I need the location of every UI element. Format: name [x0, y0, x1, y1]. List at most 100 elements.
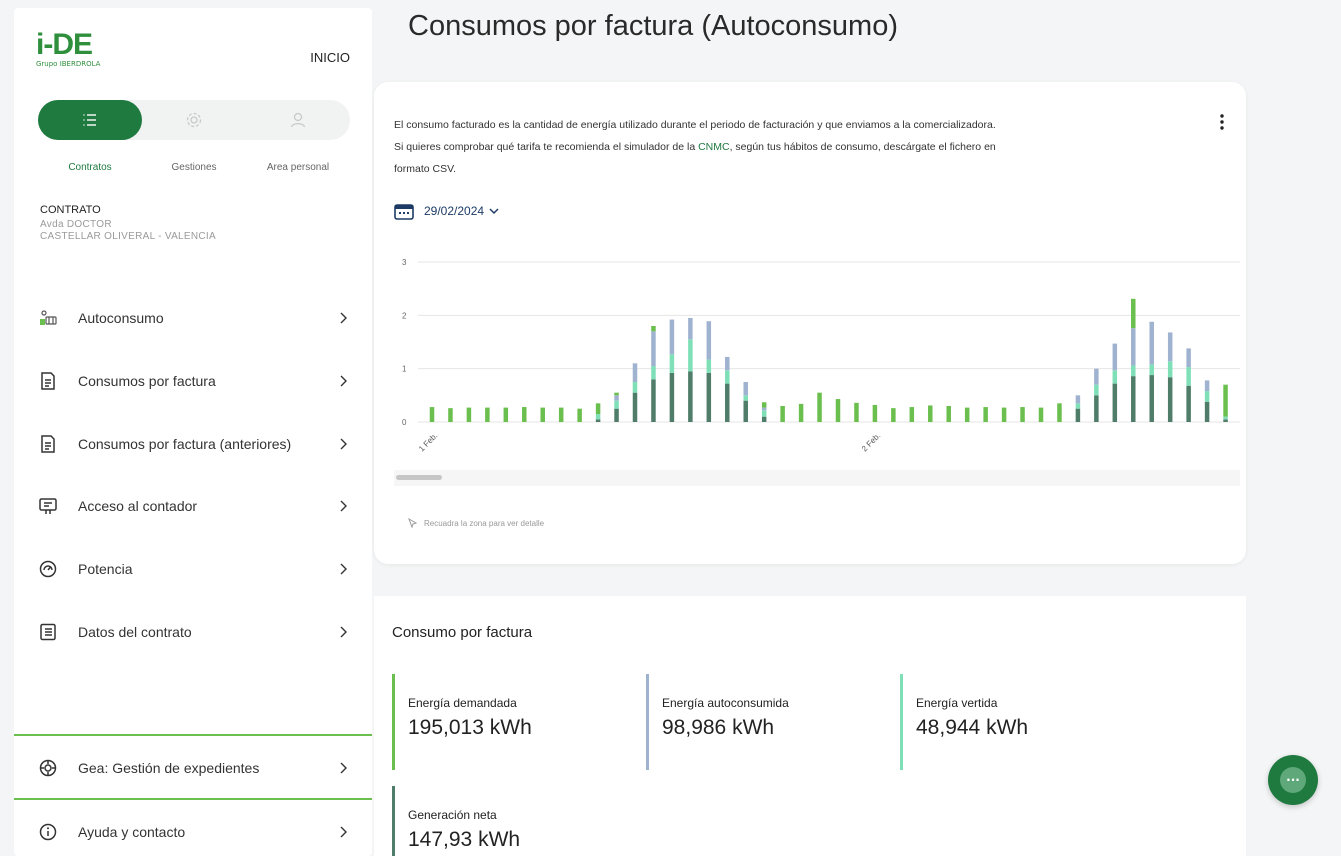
tab-gestiones-label[interactable]: Gestiones — [142, 162, 246, 173]
chart-bar-aqua[interactable] — [743, 395, 748, 401]
chart-bar-dark[interactable] — [614, 408, 619, 422]
sidebar-item-datos-contrato[interactable]: Datos del contrato — [38, 612, 350, 652]
chart-bar-green[interactable] — [1020, 407, 1025, 422]
chart-bar-aqua[interactable] — [632, 382, 638, 393]
chart-bar-aqua[interactable] — [1186, 367, 1191, 386]
chart-bar-dark[interactable] — [669, 372, 675, 422]
chart-bar-aqua[interactable] — [614, 400, 619, 409]
more-options-icon[interactable] — [1216, 112, 1228, 132]
chart-bar-dark[interactable] — [651, 379, 656, 422]
chart-bar-green[interactable] — [964, 407, 970, 422]
sidebar-item-autoconsumo[interactable]: Autoconsumo — [38, 298, 350, 338]
chart-bar-aqua[interactable] — [725, 370, 730, 384]
chart-bar-dark[interactable] — [1094, 395, 1099, 422]
chart-bar-green[interactable] — [558, 407, 564, 422]
chart-bar-blue[interactable] — [614, 395, 619, 401]
chart-bar-aqua[interactable] — [1167, 361, 1173, 378]
sidebar-item-ayuda[interactable]: Ayuda y contacto — [38, 812, 350, 852]
chart-bar-blue[interactable] — [1131, 328, 1136, 366]
chart-bar-dark[interactable] — [743, 400, 748, 422]
chart-bar-dark[interactable] — [725, 383, 730, 422]
chart-bar-dark[interactable] — [1186, 385, 1191, 422]
chart-bar-green[interactable] — [1038, 407, 1044, 422]
chart-bar-aqua[interactable] — [651, 366, 656, 380]
chart-bar-dark[interactable] — [1131, 376, 1136, 422]
sidebar-item-consumos-factura[interactable]: Consumos por factura — [38, 361, 350, 401]
tab-contratos-label[interactable]: Contratos — [38, 162, 142, 173]
chart-bar-green[interactable] — [872, 404, 878, 422]
chart-bar-blue[interactable] — [1167, 332, 1173, 362]
chart-bar-dark[interactable] — [1167, 377, 1173, 422]
chart-bar-dark[interactable] — [632, 392, 638, 422]
chart-bar-dark[interactable] — [688, 371, 693, 422]
chart-bar-dark[interactable] — [1075, 408, 1081, 422]
chart-bar-blue[interactable] — [669, 319, 675, 355]
chart-bar-green[interactable] — [485, 407, 490, 422]
chart-bar-green[interactable] — [780, 406, 785, 422]
chart-bar-dark[interactable] — [1112, 383, 1118, 422]
chart-bar-blue[interactable] — [1149, 321, 1154, 365]
chart-bar-aqua[interactable] — [761, 410, 767, 417]
chart-bar-aqua[interactable] — [688, 339, 693, 372]
chart-bar-aqua[interactable] — [1149, 364, 1154, 376]
tab-area-personal-label[interactable]: Area personal — [246, 162, 350, 173]
chart-scroll-thumb[interactable] — [396, 475, 442, 480]
chart-bar-blue[interactable] — [1075, 395, 1081, 404]
chart-bar-green[interactable] — [429, 407, 435, 422]
inicio-link[interactable]: INICIO — [310, 50, 350, 65]
tab-contratos[interactable] — [38, 100, 142, 140]
chart-bar-blue[interactable] — [1204, 380, 1210, 392]
chart-bar-blue[interactable] — [743, 382, 748, 396]
chart-bar-green[interactable] — [1057, 403, 1062, 422]
chart-bar-blue[interactable] — [761, 407, 767, 411]
date-selector[interactable]: 29/02/2024 — [394, 202, 510, 220]
chart-bar-green[interactable] — [798, 403, 804, 422]
chart-bar-green[interactable] — [448, 408, 453, 422]
chart-bar-aqua[interactable] — [1131, 365, 1136, 377]
chart-bar-green[interactable] — [540, 407, 545, 422]
chart-bar-dark[interactable] — [761, 416, 767, 422]
chart-bar-blue[interactable] — [688, 318, 693, 340]
chart-bar-green[interactable] — [854, 402, 859, 422]
chart-bar-dark[interactable] — [595, 419, 601, 422]
chart-bar-blue[interactable] — [632, 363, 638, 382]
chart-bar-green[interactable] — [928, 405, 933, 422]
chart-bar-green[interactable] — [466, 407, 472, 422]
sidebar-item-potencia[interactable]: Potencia — [38, 549, 350, 589]
chart-bar-aqua[interactable] — [1094, 384, 1099, 396]
chart-bar-aqua[interactable] — [1075, 403, 1081, 409]
chart-bar-green[interactable] — [1131, 298, 1136, 329]
chart-bar-dark[interactable] — [1149, 375, 1154, 422]
chart-bar-green[interactable] — [503, 407, 509, 422]
chart-bar-blue[interactable] — [1186, 348, 1191, 368]
chart-bar-green[interactable] — [1223, 384, 1228, 417]
chart-bar-dark[interactable] — [1223, 419, 1228, 422]
chart-bar-green[interactable] — [651, 326, 656, 332]
chart-bar-blue[interactable] — [1094, 368, 1099, 385]
chart-bar-green[interactable] — [817, 392, 822, 422]
chart-bar-green[interactable] — [522, 407, 527, 422]
chart-bar-green[interactable] — [983, 407, 988, 422]
chart-bar-blue[interactable] — [651, 331, 656, 366]
chart-bar-green[interactable] — [595, 403, 601, 414]
consumption-chart[interactable]: 0 1 2 3 1 Feb. 2 Feb. — [388, 242, 1244, 502]
chart-bar-dark[interactable] — [706, 372, 712, 422]
ide-logo[interactable]: i-DE Grupo IBERDROLA — [36, 28, 100, 68]
chart-bar-aqua[interactable] — [1223, 416, 1228, 420]
chart-bar-green[interactable] — [614, 392, 619, 396]
chart-bar-aqua[interactable] — [669, 354, 675, 373]
sidebar-item-consumos-anteriores[interactable]: Consumos por factura (anteriores) — [38, 424, 350, 464]
chart-bar-aqua[interactable] — [706, 359, 712, 373]
chart-bar-green[interactable] — [577, 408, 582, 422]
chart-bar-green[interactable] — [891, 408, 896, 422]
chart-bar-green[interactable] — [1001, 407, 1007, 422]
chart-bar-blue[interactable] — [1112, 343, 1118, 371]
tab-area-personal[interactable] — [246, 100, 350, 140]
chart-bar-blue[interactable] — [706, 321, 712, 360]
chart-scroll-track[interactable] — [394, 470, 1240, 486]
sidebar-item-gea[interactable]: Gea: Gestión de expedientes — [38, 748, 350, 788]
chart-bar-aqua[interactable] — [595, 414, 601, 420]
chart-bar-green[interactable] — [761, 402, 767, 408]
sidebar-item-acceso-contador[interactable]: Acceso al contador — [38, 486, 350, 526]
chart-bar-green[interactable] — [909, 407, 915, 422]
